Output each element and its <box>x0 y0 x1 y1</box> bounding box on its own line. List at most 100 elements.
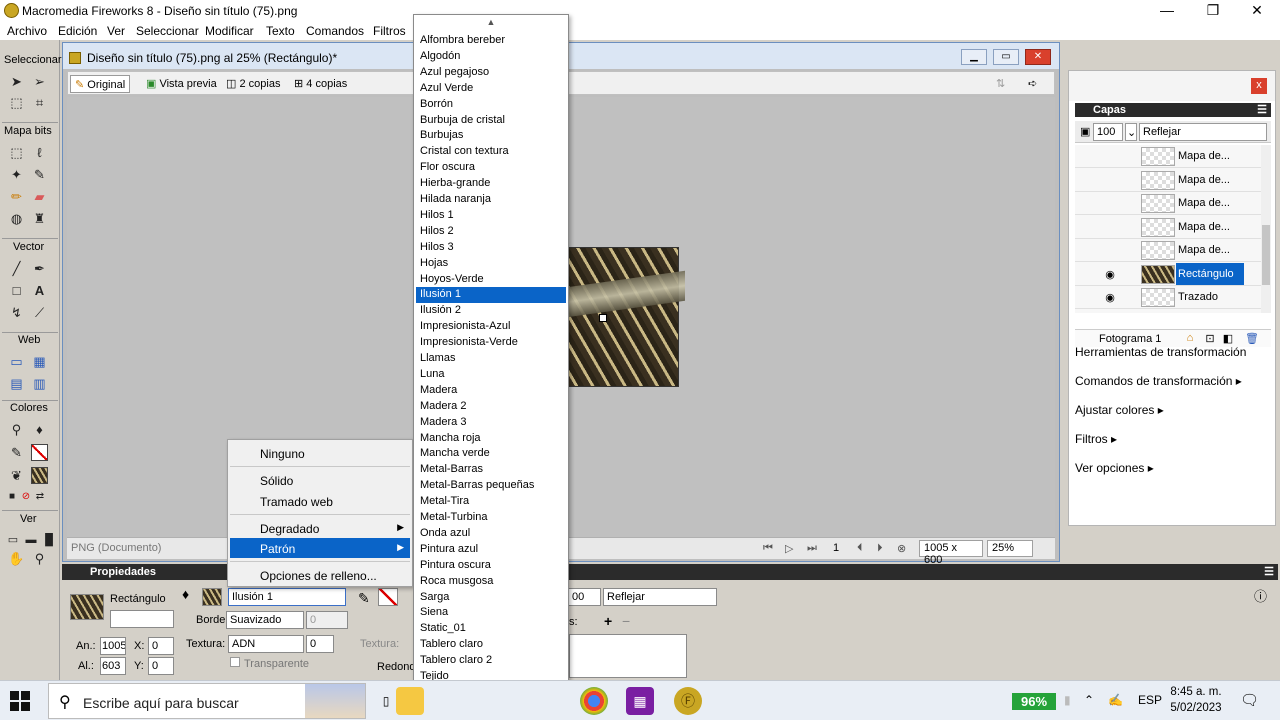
pattern-list-item[interactable]: Burbujas <box>416 128 566 144</box>
pattern-list-item[interactable]: Luna <box>416 367 566 383</box>
doc-close-button[interactable]: ✕ <box>1025 49 1051 65</box>
zoom-select[interactable]: 25% <box>987 540 1033 557</box>
crop-tool-icon[interactable]: ⌗ <box>31 94 48 111</box>
fill-menu-pattern[interactable]: Patrón ▶ <box>230 538 410 558</box>
stop-icon[interactable]: ⊗ <box>897 542 906 555</box>
pen-tool-icon[interactable]: ✒ <box>31 260 48 277</box>
layer-row[interactable]: ◉ Trazado <box>1075 286 1261 309</box>
default-colors-icon[interactable]: ■ <box>6 488 18 505</box>
object-name-input[interactable] <box>110 610 174 628</box>
brush-tool-icon[interactable]: ✎ <box>31 166 48 183</box>
pattern-list-item[interactable]: Llamas <box>416 351 566 367</box>
menu-seleccionar[interactable]: Seleccionar <box>136 24 199 38</box>
menu-ver[interactable]: Ver <box>107 24 125 38</box>
pattern-list-item[interactable]: Siena <box>416 605 566 621</box>
eyedropper-tool-icon[interactable]: ⚲ <box>8 421 25 438</box>
menu-edicion[interactable]: Edición <box>58 24 97 38</box>
rubber-stamp-icon[interactable]: ♜ <box>31 210 48 227</box>
new-layer-icon[interactable]: ⊡ <box>1203 332 1217 345</box>
stroke-swatch[interactable] <box>378 588 398 606</box>
pattern-list-item[interactable]: Azul pegajoso <box>416 65 566 81</box>
magic-wand-icon[interactable]: ✦ <box>8 166 25 183</box>
fill-color-icon[interactable]: ❦ <box>8 467 25 484</box>
fill-bucket-icon[interactable]: ♦ <box>182 586 189 602</box>
lasso-tool-icon[interactable]: ℓ <box>31 144 48 161</box>
fill-menu-gradient[interactable]: Degradado ▶ <box>230 518 410 538</box>
pattern-list-item[interactable]: Borrón <box>416 97 566 113</box>
pattern-list-item[interactable]: Static_01 <box>416 621 566 637</box>
layer-lock-icon[interactable]: ▣ <box>1077 123 1091 141</box>
duplicate-layer-icon[interactable]: ◧ <box>1221 332 1235 345</box>
texture-amount-input[interactable]: 0 <box>306 635 334 653</box>
prev-frame-icon[interactable]: ⏴ <box>857 542 863 555</box>
pattern-list-item[interactable]: Pintura azul <box>416 542 566 558</box>
battery-indicator[interactable]: 96% <box>1012 693 1056 710</box>
no-stroke-icon[interactable]: ⊘ <box>20 488 32 505</box>
slice-tool-icon[interactable]: ▦ <box>31 353 48 370</box>
pattern-list-item[interactable]: Mancha roja <box>416 431 566 447</box>
pattern-list-item[interactable]: Hilada naranja <box>416 192 566 208</box>
panel-adjust-colors[interactable]: Ajustar colores ▸ <box>1075 403 1164 417</box>
fill-menu-options[interactable]: Opciones de relleno... <box>230 565 410 585</box>
taskbar-clock[interactable]: 8:45 a. m. 5/02/2023 <box>1166 684 1226 716</box>
start-button[interactable] <box>10 691 30 711</box>
new-folder-icon[interactable]: ⌂ <box>1183 332 1197 345</box>
panel-transform-tools[interactable]: Herramientas de transformación <box>1075 345 1246 359</box>
pattern-list-item[interactable]: Madera 2 <box>416 399 566 415</box>
transparent-checkbox[interactable] <box>230 657 240 667</box>
play-icon[interactable]: ▷ <box>785 542 793 555</box>
menu-archivo[interactable]: Archivo <box>7 24 47 38</box>
delete-layer-icon[interactable]: 🗑 <box>1245 332 1259 345</box>
tray-app-icon[interactable]: ▮ <box>1064 693 1071 707</box>
pattern-list-item[interactable]: Cristal con textura <box>416 144 566 160</box>
pattern-list-item[interactable]: Hojas <box>416 256 566 272</box>
panel-view-options[interactable]: Ver opciones ▸ <box>1075 461 1154 475</box>
panel-options-icon[interactable]: ☰ <box>1264 564 1274 580</box>
calculator-icon[interactable]: ▦ <box>626 687 654 715</box>
taskbar-search-box[interactable]: ⚲ Escribe aquí para buscar <box>48 683 366 719</box>
pattern-list-item[interactable]: Ilusión 2 <box>416 303 566 319</box>
fill-menu-web-dither[interactable]: Tramado web <box>230 491 410 511</box>
tab-preview[interactable]: ▣ Vista previa <box>142 75 221 93</box>
chrome-icon[interactable] <box>580 687 608 715</box>
layer-opacity-input[interactable]: 100 <box>1093 123 1123 141</box>
marquee-tool-icon[interactable]: ⬚ <box>8 144 25 161</box>
eye-icon[interactable] <box>1103 244 1117 256</box>
eraser-tool-icon[interactable]: ▰ <box>31 188 48 205</box>
pattern-list-item[interactable]: Mancha verde <box>416 446 566 462</box>
blend-mode-select[interactable]: Reflejar <box>603 588 717 606</box>
menu-filtros[interactable]: Filtros <box>373 24 406 38</box>
help-icon[interactable]: ⓘ <box>1254 586 1267 605</box>
pattern-list-item[interactable]: Flor oscura <box>416 160 566 176</box>
hide-slices-icon[interactable]: ▤ <box>8 375 25 392</box>
filters-list[interactable] <box>569 634 687 678</box>
pattern-list-item[interactable]: Onda azul <box>416 526 566 542</box>
pattern-list-item[interactable]: Sarga <box>416 590 566 606</box>
pattern-list-item[interactable]: Metal-Turbina <box>416 510 566 526</box>
pointer-tool-icon[interactable]: ➤ <box>8 73 25 90</box>
standard-screen-icon[interactable]: ▭ <box>6 532 20 549</box>
x-input[interactable]: 0 <box>148 637 174 655</box>
pattern-list-item[interactable]: Ilusión 1 <box>416 287 566 304</box>
paint-bucket-icon[interactable]: ♦ <box>31 421 48 438</box>
scroll-up-arrow-icon[interactable]: ▲ <box>414 17 568 27</box>
tab-original[interactable]: ✎ Original <box>70 75 131 93</box>
layer-blend-select[interactable]: Reflejar <box>1139 123 1267 141</box>
pattern-list-item[interactable]: Algodón <box>416 49 566 65</box>
next-frame-icon[interactable]: ⏵ <box>877 542 883 555</box>
eye-icon[interactable] <box>1103 150 1117 162</box>
rectangle-tool-icon[interactable]: □ <box>8 282 25 299</box>
hotspot-tool-icon[interactable]: ▭ <box>8 353 25 370</box>
pattern-list-item[interactable]: Impresionista-Verde <box>416 335 566 351</box>
pattern-list-item[interactable]: Hilos 2 <box>416 224 566 240</box>
menu-texto[interactable]: Texto <box>266 24 295 38</box>
pattern-list-item[interactable]: Hierba-grande <box>416 176 566 192</box>
panel-filters[interactable]: Filtros ▸ <box>1075 432 1117 446</box>
show-hidden-icons[interactable]: ⌃ <box>1084 693 1094 707</box>
pattern-list-item[interactable]: Hilos 3 <box>416 240 566 256</box>
pattern-list-item[interactable]: Hoyos-Verde <box>416 272 566 288</box>
stroke-none-swatch[interactable] <box>31 444 48 461</box>
close-button[interactable]: ✕ <box>1234 0 1280 22</box>
show-slices-icon[interactable]: ▥ <box>31 375 48 392</box>
tab-4-up[interactable]: ⊞ 4 copias <box>290 75 351 93</box>
